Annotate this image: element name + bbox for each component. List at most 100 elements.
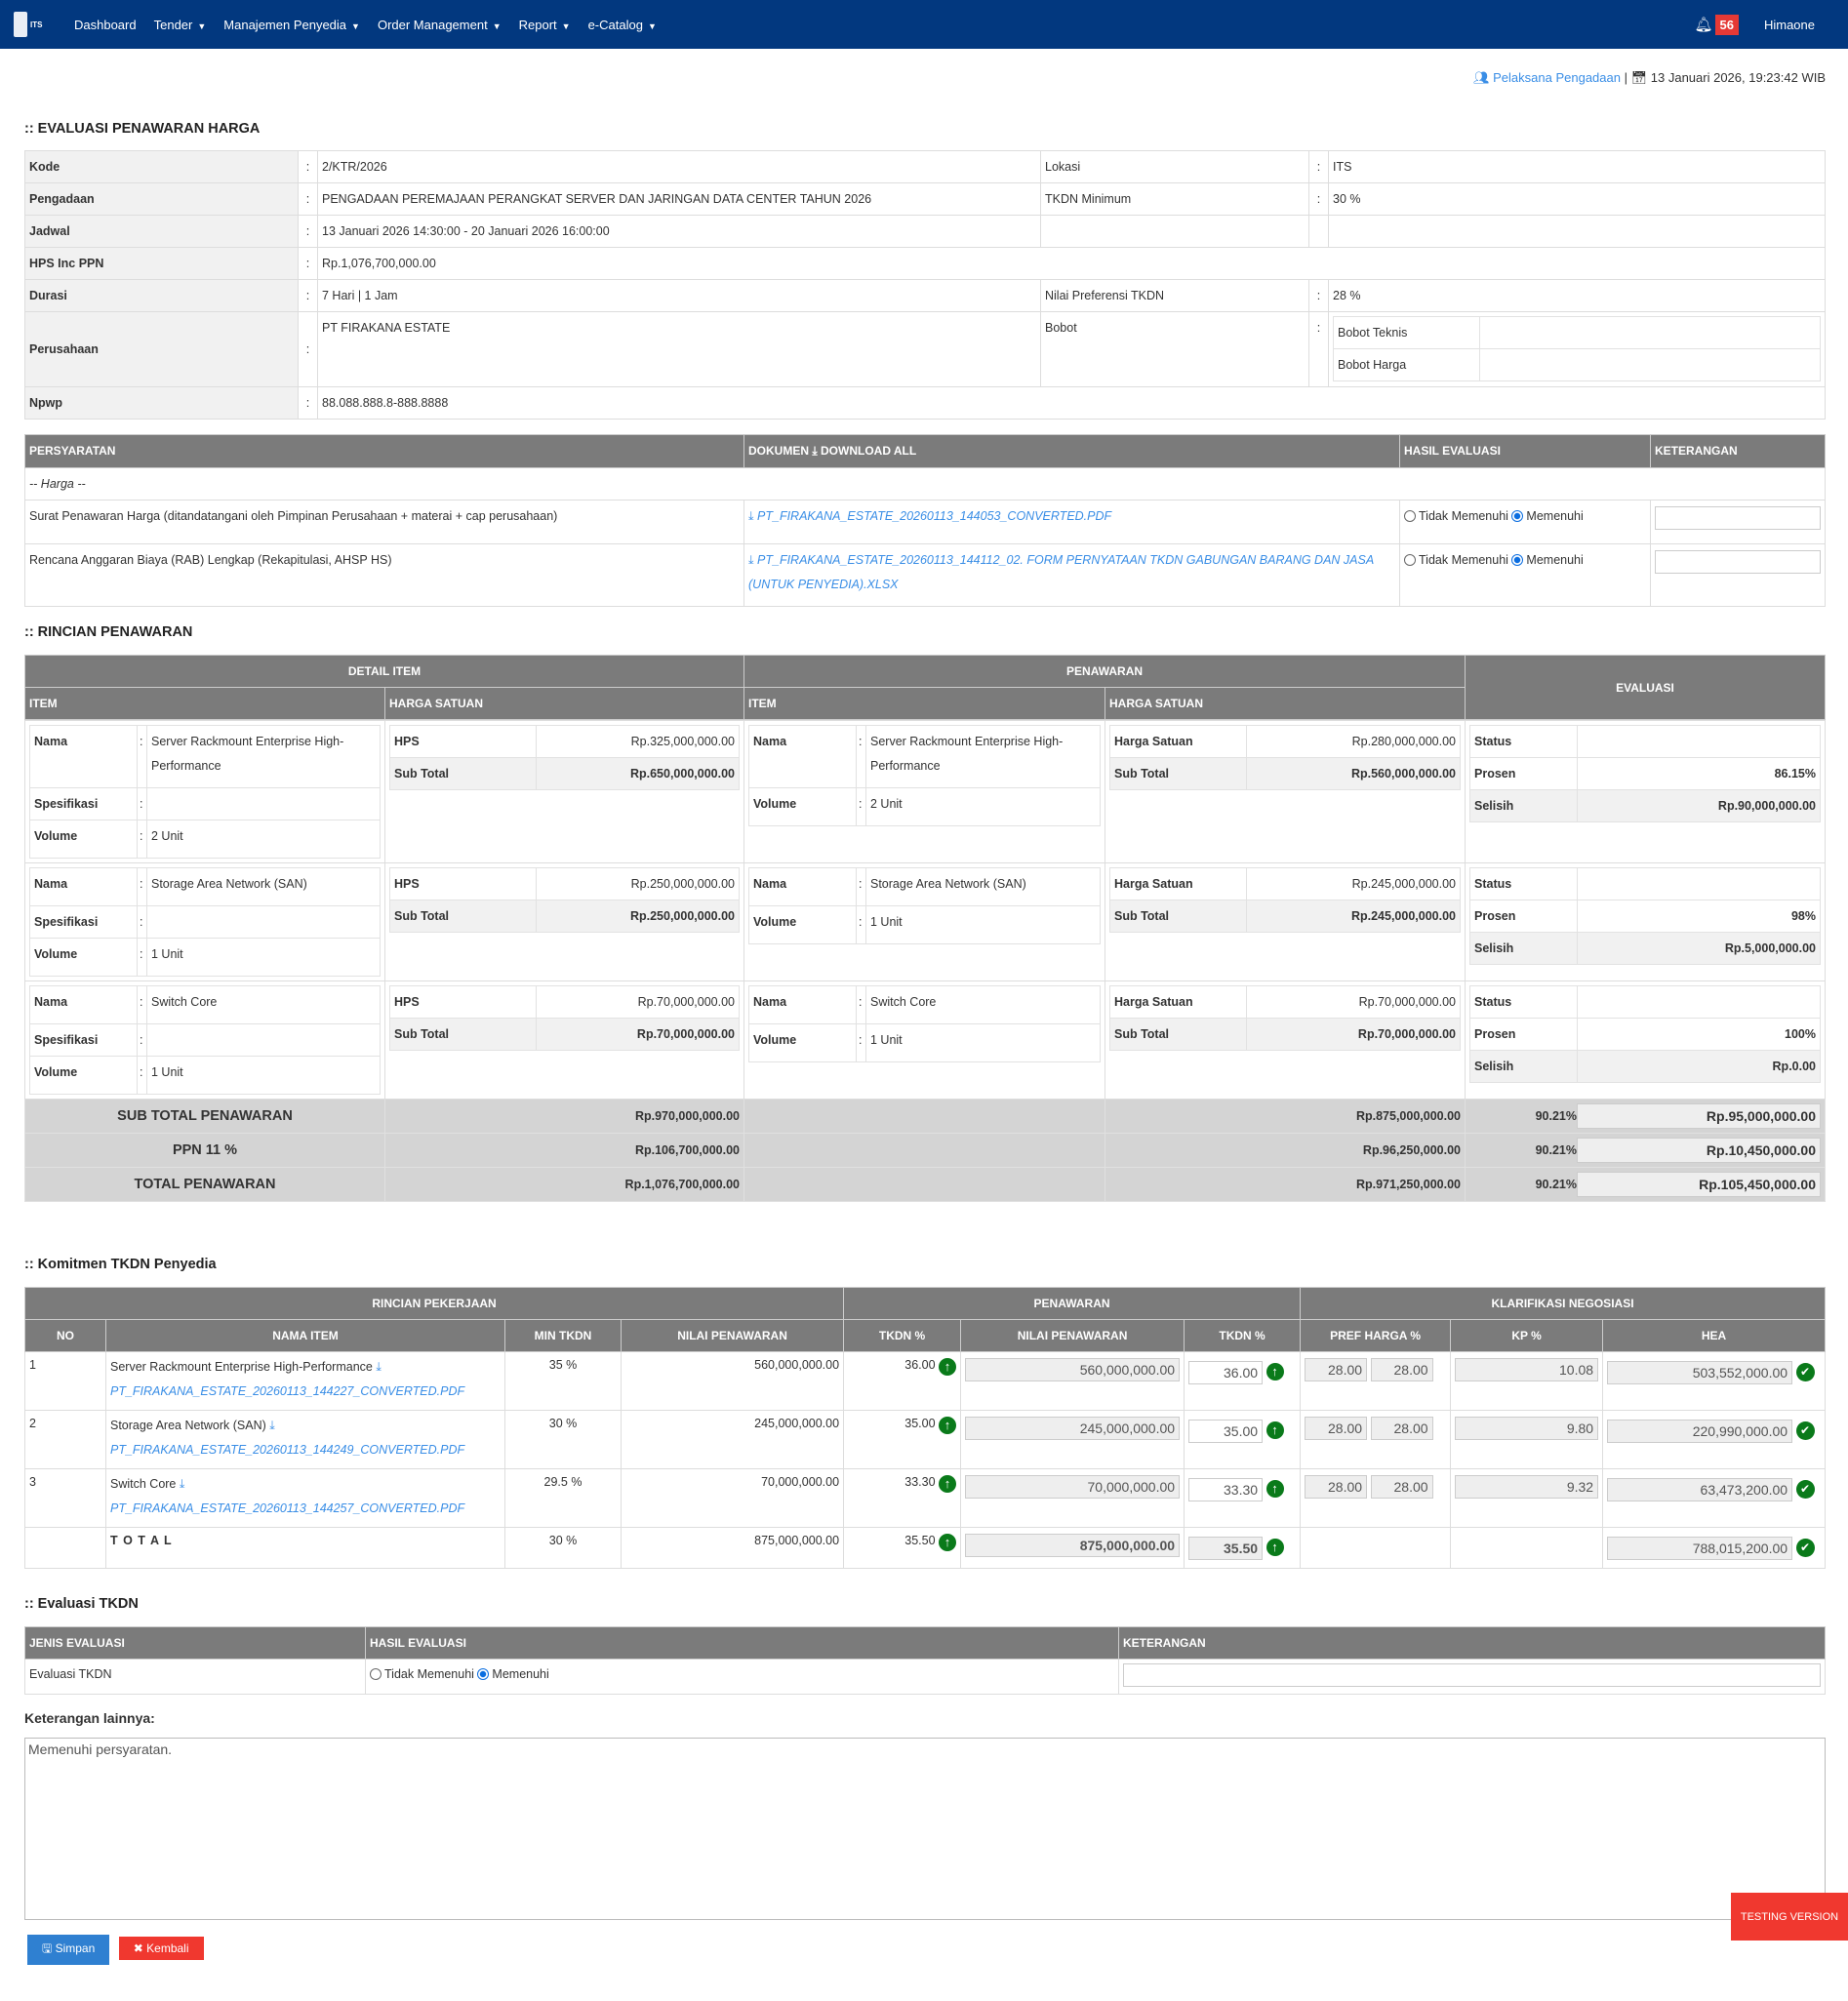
field-label: HPS: [389, 867, 537, 900]
nilai-penawaran: 560,000,000.00: [620, 1351, 845, 1411]
item-name: Switch Core: [110, 1477, 177, 1491]
tkdn-input[interactable]: 35.00: [1188, 1420, 1264, 1443]
tkdn-input[interactable]: 36.00: [1188, 1361, 1264, 1384]
header-hasil: HASIL EVALUASI: [1399, 434, 1651, 468]
tkdn-percent: 33.30: [904, 1475, 936, 1489]
info-table: Kode:2/KTR/2026 Lokasi: ITS Pengadaan: PENG…: [24, 150, 1826, 420]
radio-label: Memenuhi: [492, 1667, 549, 1681]
evaluasi-tkdn-table: JENIS EVALUASI HASIL EVALUASI KETERANGAN E…: [24, 1626, 1826, 1695]
field-label: Nama: [748, 985, 857, 1024]
field-label: Nama: [29, 867, 138, 906]
radio-tidak-memenuhi[interactable]: [1404, 554, 1416, 566]
notification-badge[interactable]: 56: [1714, 14, 1739, 35]
download-icon[interactable]: ⤓: [269, 1419, 275, 1432]
readonly-field: 28.00: [1370, 1358, 1433, 1381]
download-all-label: DOWNLOAD ALL: [821, 444, 917, 458]
document-link[interactable]: PT_FIRAKANA_ESTATE_20260113_144053_CONVE…: [757, 509, 1111, 523]
readonly-field: 560,000,000.00: [965, 1358, 1181, 1381]
field-label: Volume: [29, 1056, 138, 1095]
document-link[interactable]: PT_FIRAKANA_ESTATE_20260113_144227_CONVE…: [110, 1384, 464, 1398]
top-info: 👥︎ Pelaksana Pengadaan | 📅︎ 13 Januari 2…: [24, 70, 1826, 86]
nav-report[interactable]: Report ▼: [519, 18, 571, 32]
field-label: Prosen: [1469, 900, 1578, 933]
value-pengadaan: PENGADAAN PEREMAJAAN PERANGKAT SERVER DA…: [317, 182, 1041, 216]
keterangan-input[interactable]: [1123, 1663, 1821, 1687]
radio-memenuhi[interactable]: [1511, 554, 1524, 566]
field-value: Rp.70,000,000.00: [536, 1018, 740, 1051]
field-value: Rp.250,000,000.00: [536, 867, 740, 900]
save-button[interactable]: 🖫 Simpan: [27, 1935, 110, 1965]
nav-tender[interactable]: Tender ▼: [154, 18, 207, 32]
value-jadwal: 13 Januari 2026 14:30:00 - 20 Januari 20…: [317, 215, 1041, 248]
radio-memenuhi[interactable]: [477, 1668, 490, 1680]
min-tkdn: 35 %: [504, 1351, 622, 1411]
field-value: Rp.245,000,000.00: [1246, 867, 1461, 900]
nav-ecatalog[interactable]: e-Catalog ▼: [588, 18, 657, 32]
radio-label: Tidak Memenuhi: [1419, 509, 1508, 523]
field-value: Rp.560,000,000.00: [1246, 757, 1461, 790]
section-title-komitmen: :: Komitmen TKDN Penyedia: [24, 1257, 217, 1272]
role-link[interactable]: Pelaksana Pengadaan: [1493, 70, 1621, 85]
download-icon[interactable]: ⤓: [180, 1477, 185, 1491]
field-value: Rp.650,000,000.00: [536, 757, 740, 790]
keterangan-input[interactable]: [1655, 506, 1821, 530]
nav-order-management[interactable]: Order Management ▼: [378, 18, 502, 32]
nav-manajemen-penyedia[interactable]: Manajemen Penyedia ▼: [223, 18, 360, 32]
tkdn-input[interactable]: 33.30: [1188, 1478, 1264, 1501]
document-link[interactable]: PT_FIRAKANA_ESTATE_20260113_144112_02. F…: [748, 553, 1374, 591]
radio-label: Memenuhi: [1526, 553, 1584, 567]
total-percent: 90.21%: [1535, 1109, 1577, 1123]
download-all-button[interactable]: ⤓ DOWNLOAD ALL: [812, 444, 916, 458]
total-row: T O T A L 30 % 875,000,000.00 35.50 ↑ 87…: [24, 1527, 1826, 1569]
keterangan-input[interactable]: [1655, 550, 1821, 574]
radio-tidak-memenuhi[interactable]: [370, 1668, 382, 1680]
bobot-table: Bobot Teknis Bobot Harga: [1333, 316, 1821, 381]
field-value: Storage Area Network (SAN): [146, 867, 381, 906]
field-label: Volume: [748, 787, 857, 826]
colon: :: [1308, 311, 1329, 387]
document-link[interactable]: PT_FIRAKANA_ESTATE_20260113_144249_CONVE…: [110, 1443, 464, 1457]
its-logo[interactable]: ITS: [14, 6, 55, 43]
colon: :: [298, 311, 318, 387]
field-label: Status: [1469, 985, 1578, 1019]
label-pengadaan: Pengadaan: [24, 182, 299, 216]
field-label: Nama: [29, 725, 138, 788]
total-selisih: Rp.105,450,000.00: [1577, 1172, 1821, 1197]
arrow-up-icon: ↑: [1265, 1363, 1284, 1381]
radio-label: Tidak Memenuhi: [1419, 553, 1508, 567]
arrow-up-icon: ↑: [939, 1475, 957, 1493]
readonly-field: 28.00: [1370, 1475, 1433, 1499]
caret-down-icon: ▼: [561, 20, 571, 31]
document-link[interactable]: PT_FIRAKANA_ESTATE_20260113_144257_CONVE…: [110, 1501, 464, 1515]
back-label: Kembali: [146, 1941, 189, 1955]
keterangan-textarea[interactable]: Memenuhi persyaratan.: [24, 1738, 1826, 1920]
table-row: Surat Penawaran Harga (ditandatangani ol…: [24, 500, 1826, 544]
colon: :: [1308, 150, 1329, 183]
total-label: PPN 11 %: [24, 1133, 385, 1168]
field-value: Switch Core: [146, 985, 381, 1024]
header-detail-item: DETAIL ITEM: [23, 655, 745, 688]
back-button[interactable]: ✖ Kembali: [118, 1937, 204, 1960]
download-icon: ⤓: [812, 444, 818, 458]
column-header: MIN TKDN: [504, 1319, 622, 1352]
readonly-field: 28.00: [1305, 1358, 1368, 1381]
colon: :: [298, 386, 318, 420]
nav-dashboard[interactable]: Dashboard: [74, 18, 137, 32]
bell-icon[interactable]: 🔔︎: [1694, 16, 1712, 33]
radio-tidak-memenuhi[interactable]: [1404, 510, 1416, 522]
total-label: SUB TOTAL PENAWARAN: [24, 1099, 385, 1134]
total-label: T O T A L: [105, 1527, 505, 1569]
download-icon: ⤓: [748, 553, 754, 567]
field-label: Prosen: [1469, 1018, 1578, 1051]
user-menu[interactable]: Himaone: [1764, 18, 1815, 32]
colon: :: [298, 279, 318, 312]
field-value: Rp.0.00: [1577, 1050, 1821, 1083]
download-icon[interactable]: ⤓: [376, 1360, 382, 1374]
total-penawaran: Rp.875,000,000.00: [1105, 1099, 1466, 1134]
save-icon: 🖫: [42, 1941, 53, 1955]
value-npwp: 88.088.888.8-888.8888: [317, 386, 1826, 420]
radio-memenuhi[interactable]: [1511, 510, 1524, 522]
field-label: Sub Total: [1109, 757, 1247, 790]
value-tkdn-min: 30 %: [1328, 182, 1826, 216]
requirement-name: Rencana Anggaran Biaya (RAB) Lengkap (Re…: [24, 543, 744, 607]
